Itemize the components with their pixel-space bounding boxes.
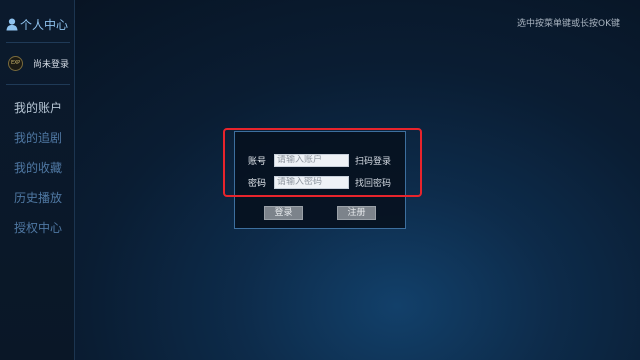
register-button[interactable]: 注册 [337, 206, 376, 220]
login-button[interactable]: 登录 [264, 206, 303, 220]
login-status-text: 尚未登录 [33, 59, 70, 70]
sidebar-divider [6, 42, 70, 43]
sidebar-item-my-favorites[interactable]: 我的收藏 [14, 158, 62, 188]
sidebar-item-authorization[interactable]: 授权中心 [14, 218, 62, 248]
user-status[interactable]: EXP 尚未登录 [8, 54, 69, 72]
sidebar-divider [6, 84, 70, 85]
sidebar-title: 个人中心 [20, 17, 69, 32]
sidebar: 个人中心 EXP 尚未登录 我的账户 我的追剧 我的收藏 历史播放 授权中心 [0, 0, 75, 360]
focus-highlight-frame [223, 128, 422, 197]
sidebar-menu: 我的账户 我的追剧 我的收藏 历史播放 授权中心 [14, 98, 62, 248]
sidebar-item-history[interactable]: 历史播放 [14, 188, 62, 218]
menu-hint: 选中按菜单键或长按OK键 [517, 19, 620, 29]
person-icon [6, 18, 18, 31]
sidebar-item-my-series[interactable]: 我的追剧 [14, 128, 62, 158]
sidebar-header: 个人中心 [6, 14, 68, 34]
sidebar-item-my-account[interactable]: 我的账户 [14, 98, 62, 128]
avatar: EXP [8, 55, 23, 71]
